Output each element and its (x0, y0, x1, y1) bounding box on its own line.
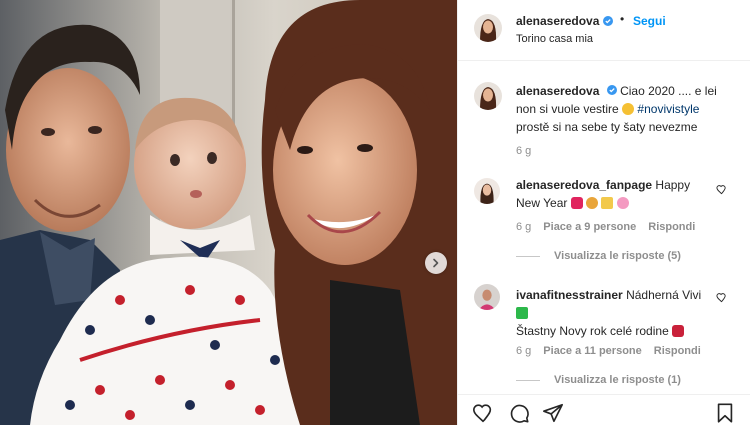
caption-age[interactable]: 6 g (516, 145, 531, 157)
post-actions-bar (458, 394, 750, 425)
comment-meta: 6 g Piace a 11 persone Rispondi (516, 345, 701, 357)
comment-likes[interactable]: Piace a 9 persone (543, 221, 636, 233)
praying-hands-emoji-icon (586, 197, 599, 209)
post-caption: alenaseredova Ciao 2020 .... e lei non s… (516, 82, 738, 136)
comment-icon (510, 404, 529, 423)
reply-button[interactable]: Rispondi (654, 345, 701, 357)
comment-button[interactable] (508, 402, 530, 424)
author-username[interactable]: alenaseredova (516, 14, 614, 28)
post-header: alenaseredova • Segui Torino casa mia (458, 0, 750, 61)
follow-button[interactable]: Segui (633, 14, 666, 28)
comment-meta: 6 g Piace a 9 persone Rispondi (516, 221, 695, 233)
family-selfie-image (0, 0, 457, 425)
comment-avatar[interactable] (474, 284, 500, 310)
author-avatar[interactable] (474, 14, 502, 42)
save-button[interactable] (714, 402, 736, 424)
view-replies-button[interactable]: Visualizza le risposte (1) (516, 374, 681, 386)
green-heart-emoji-icon (516, 307, 528, 319)
caption-username[interactable]: alenaseredova (516, 84, 599, 98)
separator-dot: • (620, 12, 625, 26)
comment-age[interactable]: 6 g (516, 345, 531, 357)
comment-likes[interactable]: Piace a 11 persone (543, 345, 641, 357)
view-replies-label[interactable]: Visualizza le risposte (5) (554, 250, 681, 262)
comment-text-line-2: Štastny Novy rok celé rodine (516, 324, 669, 338)
caption-hashtag[interactable]: #novivistyle (637, 102, 699, 116)
sparkles-emoji-icon (601, 197, 614, 209)
heart-emoji-icon (570, 197, 583, 209)
comment-body: ivanafitnesstrainer Nádherná Vivi Štastn… (516, 286, 716, 340)
caption-author-avatar[interactable] (474, 82, 502, 110)
heart-icon (473, 404, 492, 423)
bookmark-icon (717, 403, 733, 423)
verified-badge-icon (603, 16, 614, 26)
broken-heart-emoji-icon (672, 325, 685, 337)
share-button[interactable] (542, 402, 564, 424)
heart-icon (716, 185, 726, 195)
view-replies-button[interactable]: Visualizza le risposte (5) (516, 250, 681, 262)
laughing-emoji-icon (622, 103, 635, 115)
share-icon (543, 403, 563, 423)
next-photo-button[interactable] (425, 252, 447, 274)
view-replies-label[interactable]: Visualizza le risposte (1) (554, 374, 681, 386)
post-side-panel: alenaseredova • Segui Torino casa mia al… (457, 0, 750, 425)
replies-divider (516, 255, 540, 257)
comment-avatar[interactable] (474, 178, 500, 204)
caption-text-line-2: prostě si na sebe ty šaty nevezme (516, 120, 698, 134)
verified-badge-icon (606, 85, 617, 95)
post-location[interactable]: Torino casa mia (516, 33, 593, 45)
comment-age[interactable]: 6 g (516, 221, 531, 233)
author-username-text[interactable]: alenaseredova (516, 14, 599, 28)
heart-icon (716, 293, 726, 303)
like-button[interactable] (472, 402, 494, 424)
comment-username[interactable]: alenaseredova_fanpage (516, 178, 652, 192)
replies-divider (516, 379, 540, 381)
instagram-post-modal: alenaseredova • Segui Torino casa mia al… (0, 0, 750, 425)
comment-like-button[interactable] (716, 292, 727, 303)
chevron-right-icon (433, 258, 439, 268)
cherry-blossom-emoji-icon (616, 197, 629, 209)
comment-body: alenaseredova_fanpage Happy New Year (516, 176, 716, 212)
comment-username[interactable]: ivanafitnesstrainer (516, 288, 623, 302)
comment-text: Nádherná Vivi (626, 288, 702, 302)
post-photo[interactable] (0, 0, 457, 425)
reply-button[interactable]: Rispondi (648, 221, 695, 233)
comment-like-button[interactable] (716, 184, 727, 195)
